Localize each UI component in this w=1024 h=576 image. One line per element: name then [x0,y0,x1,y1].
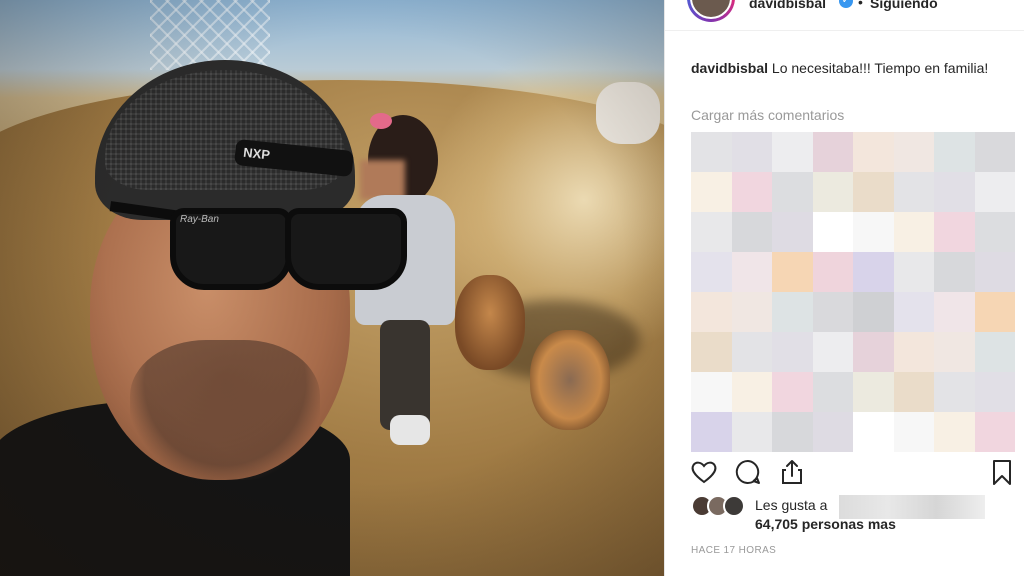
mosaic-cell [893,172,934,212]
mosaic-cell [812,172,853,212]
mosaic-cell [772,292,813,332]
header-separator: • [858,0,863,10]
mosaic-cell [812,372,853,412]
comment-icon[interactable] [733,457,763,487]
mosaic-cell [893,372,934,412]
likes-count[interactable]: 64,705 personas mas [755,516,896,532]
mosaic-cell [691,172,732,212]
mosaic-cell [893,212,934,252]
pixelated-comments [691,132,1015,452]
mosaic-cell [812,412,853,452]
load-more-comments-link[interactable]: Cargar más comentarios [691,107,844,123]
mosaic-cell [974,172,1015,212]
post-caption: davidbisbal Lo necesitaba!!! Tiempo en f… [691,58,991,78]
mosaic-cell [853,212,894,252]
header-username[interactable]: davidbisbal [749,0,826,11]
mosaic-cell [893,412,934,452]
mosaic-cell [934,292,975,332]
caption-text: Lo necesitaba!!! Tiempo en familia! [771,60,989,76]
caption-username[interactable]: davidbisbal [691,60,768,76]
mosaic-cell [772,332,813,372]
mosaic-cell [812,292,853,332]
mosaic-cell [853,132,894,172]
mosaic-cell [934,372,975,412]
post-photo[interactable]: NXP Ray-Ban [0,0,664,576]
mosaic-cell [812,132,853,172]
mosaic-cell [812,212,853,252]
mosaic-cell [691,212,732,252]
mosaic-cell [853,372,894,412]
mosaic-cell [691,132,732,172]
mosaic-cell [772,212,813,252]
likes-prefix: Les gusta a [755,497,828,513]
mosaic-cell [691,252,732,292]
verified-badge-icon: ✓ [839,0,853,8]
mosaic-cell [691,412,732,452]
mosaic-cell [731,252,772,292]
mosaic-cell [893,332,934,372]
mosaic-cell [731,132,772,172]
post-header: davidbisbal ✓ • Siguiendo [665,0,1024,31]
mosaic-cell [731,412,772,452]
mosaic-cell [772,372,813,412]
follow-status-button[interactable]: Siguiendo [870,0,938,11]
mosaic-cell [772,132,813,172]
mosaic-cell [934,132,975,172]
mosaic-cell [772,252,813,292]
avatar[interactable] [687,0,735,22]
mosaic-cell [731,332,772,372]
mosaic-cell [691,332,732,372]
mosaic-cell [974,292,1015,332]
mosaic-cell [731,372,772,412]
heart-icon[interactable] [689,457,719,487]
mosaic-cell [934,332,975,372]
post-timestamp[interactable]: HACE 17 HORAS [691,545,776,556]
mosaic-cell [812,332,853,372]
mosaic-cell [934,212,975,252]
mosaic-cell [772,172,813,212]
action-bar [689,455,1019,491]
mosaic-cell [934,172,975,212]
mosaic-cell [691,372,732,412]
share-icon[interactable] [777,457,807,487]
mosaic-cell [731,292,772,332]
mosaic-cell [853,332,894,372]
mosaic-cell [853,292,894,332]
mosaic-cell [934,252,975,292]
mosaic-cell [893,292,934,332]
mosaic-cell [731,172,772,212]
mosaic-cell [853,252,894,292]
bookmark-icon[interactable] [987,457,1017,487]
mosaic-cell [853,412,894,452]
mosaic-cell [974,132,1015,172]
mosaic-cell [731,212,772,252]
mosaic-cell [974,252,1015,292]
mosaic-cell [812,252,853,292]
mosaic-cell [772,412,813,452]
mosaic-cell [974,372,1015,412]
mosaic-cell [853,172,894,212]
mosaic-cell [934,412,975,452]
mosaic-cell [974,412,1015,452]
mosaic-cell [893,132,934,172]
post-sidebar: davidbisbal ✓ • Siguiendo davidbisbal Lo… [664,0,1024,576]
likes-summary: Les gusta a 64,705 personas mas [691,495,1011,535]
mosaic-cell [893,252,934,292]
mosaic-cell [974,212,1015,252]
mosaic-cell [691,292,732,332]
mosaic-cell [974,332,1015,372]
liker-avatar[interactable] [723,495,745,517]
